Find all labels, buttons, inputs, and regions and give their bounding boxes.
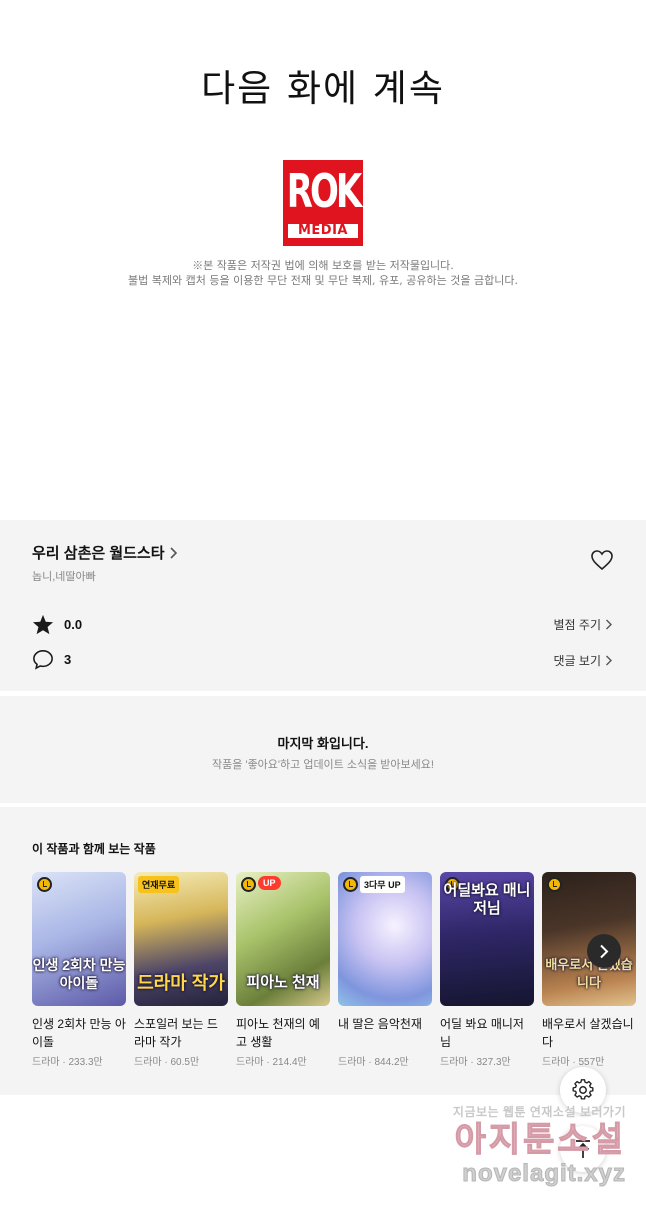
series-info-panel: 우리 삼촌은 월드스타 놉니,네딸아빠 0.0 별점 주기 3 댓글 보기 (0, 520, 646, 691)
card-title: 피아노 천재의 예고 생활 (236, 1017, 320, 1049)
chevron-right-icon (606, 655, 612, 666)
copyright-line-1: ※본 작품은 저작권 법에 의해 보호를 받는 저작물입니다. (192, 259, 454, 272)
publisher-logo: ROK MEDIA (283, 160, 363, 246)
series-authors: 놉니,네딸아빠 (32, 571, 96, 583)
card-meta: 드라마 · 233.3만 (32, 1057, 103, 1068)
scroll-to-top-button[interactable] (560, 1126, 606, 1172)
thumbnail-title: 드라마 작가 (137, 973, 225, 993)
gear-icon (572, 1079, 594, 1100)
rate-button[interactable]: 별점 주기 (554, 616, 613, 633)
series-title-link[interactable]: 우리 삼촌은 월드스타 (32, 542, 177, 563)
settings-button[interactable] (560, 1067, 606, 1113)
view-comments-label: 댓글 보기 (553, 654, 602, 668)
recommendations-section: 이 작품과 함께 보는 작품 인생 2회차 만능아이돌 인생 2회차 만능 아이… (0, 807, 646, 1095)
copyright-line-2: 불법 복제와 캡처 등을 이용한 무단 전재 및 무단 복제, 유포, 공유하는… (128, 274, 518, 287)
view-comments-button[interactable]: 댓글 보기 (554, 652, 613, 669)
card-meta: 드라마 · 327.3만 (440, 1057, 511, 1068)
recommendation-card[interactable]: 배우로서 살겠습니다 배우로서 살겠습니다 드라마 · 557만 (542, 872, 636, 1068)
card-meta: 드라마 · 844.2만 (338, 1057, 409, 1068)
last-episode-subtitle: 작품을 '좋아요'하고 업데이트 소식을 받아보세요! (212, 759, 434, 771)
recommendation-card[interactable]: 인생 2회차 만능아이돌 인생 2회차 만능 아이돌 드라마 · 233.3만 (32, 872, 126, 1068)
recommendations-heading: 이 작품과 함께 보는 작품 (32, 842, 156, 856)
chevron-right-icon (600, 944, 609, 958)
recommendation-thumbnail: 연재무료 드라마 작가 (134, 872, 228, 1006)
recommendation-thumbnail: 3다무 UP (338, 872, 432, 1006)
card-meta: 드라마 · 60.5만 (134, 1057, 200, 1068)
wait-free-clock-icon (37, 877, 52, 892)
recommendation-thumbnail: 배우로서 살겠습니다 (542, 872, 636, 1006)
publisher-logo-sub: MEDIA (288, 224, 358, 238)
thumbnail-title: 어딜봐요 매니저님 (443, 882, 531, 917)
series-title: 우리 삼촌은 월드스타 (32, 545, 165, 562)
card-title: 스포일러 보는 드라마 작가 (134, 1017, 218, 1049)
recommendation-thumbnail: 어딜봐요 매니저님 (440, 872, 534, 1006)
publisher-logo-mark: ROK (286, 165, 362, 219)
comment-stat: 3 (32, 649, 71, 670)
recommendation-card[interactable]: UP 피아노 천재 피아노 천재의 예고 생활 드라마 · 214.4만 (236, 872, 330, 1068)
thumbnail-title: 배우로서 살겠습니다 (545, 957, 633, 990)
card-title: 배우로서 살겠습니다 (542, 1017, 634, 1049)
chevron-right-icon (606, 619, 612, 630)
wait-free-clock-icon (241, 877, 256, 892)
up-badge: UP (258, 876, 281, 890)
recommendation-thumbnail: UP 피아노 천재 (236, 872, 330, 1006)
recommendation-card[interactable]: 3다무 UP 내 딸은 음악천재 드라마 · 844.2만 (338, 872, 432, 1068)
rating-stat: 0.0 (32, 614, 82, 635)
comment-count: 3 (64, 652, 72, 667)
arrow-up-icon (576, 1140, 590, 1158)
copyright-notice: ※본 작품은 저작권 법에 의해 보호를 받는 저작물입니다. 불법 복제와 캡… (0, 258, 646, 288)
comment-icon (33, 650, 53, 670)
heart-icon[interactable] (590, 549, 614, 571)
card-title: 어딜 봐요 매니저님 (440, 1017, 524, 1049)
status-badge: 3다무 UP (360, 876, 405, 893)
thumbnail-title: 피아노 천재 (246, 974, 320, 991)
star-icon (32, 614, 54, 635)
card-title: 내 딸은 음악천재 (338, 1017, 422, 1031)
card-meta: 드라마 · 214.4만 (236, 1057, 307, 1068)
thumbnail-title: 인생 2회차 만능아이돌 (32, 957, 126, 991)
rating-value: 0.0 (64, 617, 83, 632)
carousel-next-button[interactable] (587, 934, 621, 968)
card-meta: 드라마 · 557만 (542, 1057, 605, 1068)
rate-button-label: 별점 주기 (553, 618, 602, 632)
last-episode-title: 마지막 화입니다. (277, 736, 369, 751)
recommendation-card[interactable]: 연재무료 드라마 작가 스포일러 보는 드라마 작가 드라마 · 60.5만 (134, 872, 228, 1068)
wait-free-clock-icon (547, 877, 562, 892)
end-of-episode-title: 다음 화에 계속 (201, 67, 445, 110)
last-episode-panel: 마지막 화입니다. 작품을 '좋아요'하고 업데이트 소식을 받아보세요! (0, 696, 646, 803)
wait-free-clock-icon (343, 877, 358, 892)
recommendation-thumbnail: 인생 2회차 만능아이돌 (32, 872, 126, 1006)
card-title: 인생 2회차 만능 아이돌 (32, 1017, 126, 1049)
recommendation-card[interactable]: 어딜봐요 매니저님 어딜 봐요 매니저님 드라마 · 327.3만 (440, 872, 534, 1068)
chevron-right-icon (169, 546, 177, 559)
free-badge: 연재무료 (138, 876, 180, 893)
